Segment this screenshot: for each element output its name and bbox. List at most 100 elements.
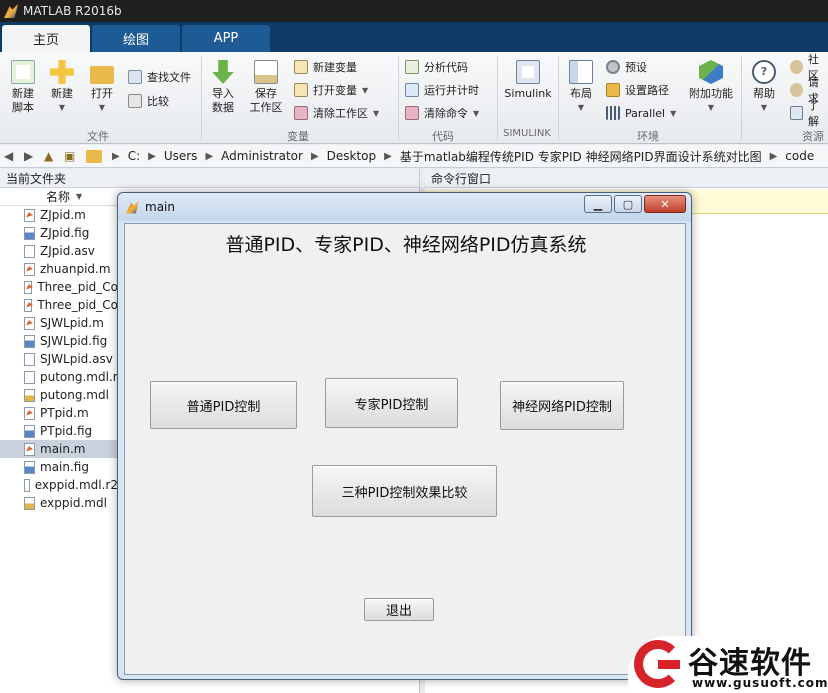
file-list-item[interactable]: exppid.mdl bbox=[0, 494, 118, 512]
file-list-item[interactable]: main.m bbox=[0, 440, 118, 458]
import-arrow-icon bbox=[212, 60, 234, 84]
open-label: 打开 bbox=[91, 87, 113, 100]
file-list-item[interactable]: Three_pid_Co bbox=[0, 278, 118, 296]
breadcrumb-item[interactable]: Desktop bbox=[327, 149, 377, 163]
open-variable-label: 打开变量 bbox=[313, 84, 357, 97]
breadcrumb-item[interactable]: Administrator bbox=[221, 149, 303, 163]
file-list-item[interactable]: Three_pid_Co bbox=[0, 296, 118, 314]
run-and-time-button[interactable]: 运行并计时 bbox=[405, 81, 479, 99]
file-name: main.fig bbox=[40, 460, 89, 474]
breadcrumb-separator: ▶ bbox=[205, 150, 214, 162]
chevron-down-icon: ▼ bbox=[707, 103, 715, 112]
analyze-code-button[interactable]: 分析代码 bbox=[405, 58, 468, 76]
file-name: putong.mdl bbox=[40, 388, 109, 402]
group-label-resources: 资源 bbox=[802, 130, 824, 143]
compare-pid-button[interactable]: 三种PID控制效果比较 bbox=[312, 465, 497, 517]
save-workspace-button[interactable]: 保存 工作区 bbox=[246, 60, 286, 115]
file-list-item[interactable]: zhuanpid.m bbox=[0, 260, 118, 278]
file-name: main.m bbox=[40, 442, 86, 456]
dialog-title-bar[interactable]: main ▁ ▢ ✕ bbox=[118, 193, 691, 221]
neural-network-pid-button[interactable]: 神经网络PID控制 bbox=[500, 381, 624, 430]
learn-label: 了解 bbox=[807, 99, 819, 128]
file-name: ZJpid.m bbox=[40, 208, 86, 222]
file-list-item[interactable]: PTpid.fig bbox=[0, 422, 118, 440]
address-bar: ◀ ▶ ▲ ▣ ▶ C: ▶ Users ▶ Administrator ▶ D… bbox=[0, 145, 828, 168]
new-button[interactable]: 新建 ▼ bbox=[46, 60, 78, 115]
close-button[interactable]: ✕ bbox=[644, 195, 686, 213]
breadcrumb-item[interactable]: Users bbox=[164, 149, 198, 163]
minimize-button[interactable]: ▁ bbox=[584, 195, 612, 213]
new-script-label: 新建 脚本 bbox=[12, 87, 34, 114]
parallel-button[interactable]: Parallel ▼ bbox=[606, 104, 676, 122]
preferences-button[interactable]: 预设 bbox=[606, 58, 647, 76]
up-folder-icon[interactable]: ▲ bbox=[44, 149, 60, 163]
expert-pid-button[interactable]: 专家PID控制 bbox=[325, 378, 458, 428]
learn-matlab-link[interactable]: 了解 bbox=[790, 99, 828, 128]
open-button[interactable]: 打开 ▼ bbox=[86, 60, 118, 115]
file-list-item[interactable]: PTpid.m bbox=[0, 404, 118, 422]
exit-button[interactable]: 退出 bbox=[364, 598, 434, 621]
chevron-down-icon: ▼ bbox=[670, 108, 677, 118]
breadcrumb-item[interactable]: 基于matlab编程传统PID 专家PID 神经网络PID界面设计系统对比图 bbox=[400, 148, 762, 165]
new-variable-button[interactable]: 新建变量 bbox=[294, 58, 357, 76]
simulink-button[interactable]: Simulink bbox=[502, 60, 554, 101]
analyze-code-label: 分析代码 bbox=[424, 61, 468, 74]
import-data-label: 导入 数据 bbox=[212, 87, 234, 114]
preferences-label: 预设 bbox=[625, 61, 647, 74]
fig-file-icon bbox=[24, 226, 35, 240]
add-ons-label: 附加功能 bbox=[689, 87, 733, 100]
tab-plots[interactable]: 绘图 bbox=[92, 25, 180, 52]
forward-arrow-icon[interactable]: ▶ bbox=[24, 149, 40, 163]
set-path-button[interactable]: 设置路径 bbox=[606, 81, 669, 99]
breadcrumb-item[interactable]: C: bbox=[128, 149, 140, 163]
open-variable-button[interactable]: 打开变量 ▼ bbox=[294, 81, 368, 99]
normal-pid-button[interactable]: 普通PID控制 bbox=[150, 381, 297, 429]
add-ons-button[interactable]: 附加功能 ▼ bbox=[688, 60, 734, 115]
back-arrow-icon[interactable]: ◀ bbox=[4, 149, 20, 163]
find-files-button[interactable]: 查找文件 bbox=[128, 68, 191, 86]
import-data-button[interactable]: 导入 数据 bbox=[206, 60, 240, 115]
current-folder-title: 当前文件夹 bbox=[6, 171, 67, 186]
file-list-item[interactable]: putong.mdl.r bbox=[0, 368, 118, 386]
fig-file-icon bbox=[24, 334, 35, 348]
file-list-item[interactable]: exppid.mdl.r2 bbox=[0, 476, 118, 494]
help-button[interactable]: ? 帮助 ▼ bbox=[748, 60, 780, 115]
file-name: Three_pid_Co bbox=[37, 298, 118, 312]
current-folder-header: 当前文件夹 ▼ bbox=[0, 169, 419, 352]
file-list-item[interactable]: main.fig bbox=[0, 458, 118, 476]
m-file-icon bbox=[24, 280, 33, 294]
maximize-button[interactable]: ▢ bbox=[614, 195, 642, 213]
file-list-item[interactable]: SJWLpid.m bbox=[0, 314, 118, 332]
page-title: 普通PID、专家PID、神经网络PID仿真系统 bbox=[225, 234, 587, 256]
tab-apps[interactable]: APP bbox=[182, 25, 270, 52]
breadcrumb-item[interactable]: code bbox=[785, 149, 814, 163]
clear-workspace-button[interactable]: 清除工作区 ▼ bbox=[294, 104, 379, 122]
file-list-item[interactable]: ZJpid.m bbox=[0, 206, 118, 224]
file-list-item[interactable]: SJWLpid.fig bbox=[0, 332, 118, 350]
new-script-icon bbox=[11, 60, 35, 84]
add-ons-icon bbox=[699, 60, 723, 84]
group-divider bbox=[741, 56, 742, 140]
breadcrumb-separator: ▶ bbox=[148, 150, 156, 162]
asv-file-icon bbox=[24, 244, 35, 258]
simulink-icon bbox=[516, 60, 540, 84]
watermark-logo: 谷速软件 www.gusuoft.com bbox=[628, 636, 828, 693]
folder-icon bbox=[86, 149, 102, 163]
open-variable-icon bbox=[294, 83, 308, 97]
chevron-down-icon: ▼ bbox=[58, 103, 66, 112]
file-list-item[interactable]: putong.mdl bbox=[0, 386, 118, 404]
save-workspace-icon bbox=[254, 60, 278, 84]
tab-home[interactable]: 主页 bbox=[2, 25, 90, 52]
new-script-button[interactable]: 新建 脚本 bbox=[6, 60, 40, 115]
compare-button[interactable]: 比较 bbox=[128, 92, 169, 110]
file-list-item[interactable]: ZJpid.fig bbox=[0, 224, 118, 242]
group-label-code: 代码 bbox=[432, 130, 454, 143]
layout-button[interactable]: 布局 ▼ bbox=[564, 60, 598, 115]
browse-folder-icon[interactable]: ▣ bbox=[64, 149, 80, 163]
clear-commands-button[interactable]: 清除命令 ▼ bbox=[405, 104, 479, 122]
group-divider bbox=[398, 56, 399, 140]
file-list-item[interactable]: SJWLpid.asv bbox=[0, 350, 118, 368]
file-list-item[interactable]: ZJpid.asv bbox=[0, 242, 118, 260]
asv-file-icon bbox=[24, 478, 30, 492]
file-name: Three_pid_Co bbox=[37, 280, 118, 294]
